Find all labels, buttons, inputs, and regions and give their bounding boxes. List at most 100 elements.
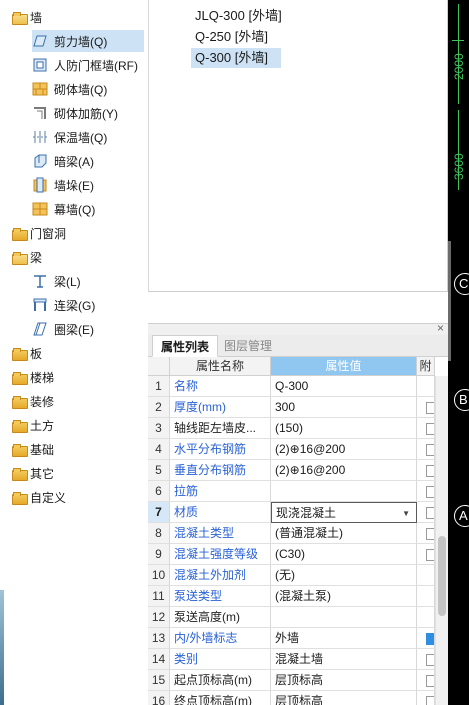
attach-checkbox[interactable] [426,402,434,414]
property-value-text: (C30) [275,547,306,561]
property-value[interactable] [271,607,417,628]
tree-group[interactable]: 其它 [12,462,54,484]
tree-group-label: 基础 [30,442,55,457]
attach-cell [417,460,435,481]
property-row[interactable]: 14 类别 混凝土墙 [148,649,435,670]
tree-item[interactable]: 圈梁(E) [32,318,94,340]
property-row[interactable]: 1 名称 Q-300 [148,376,435,397]
tree-item[interactable]: 暗梁(A) [32,150,94,172]
property-name: 材质 [170,502,271,523]
property-value[interactable]: 300 [271,397,417,418]
property-row[interactable]: 13 内/外墙标志 外墙 [148,628,435,649]
tree-item-label: 圈梁(E) [54,322,94,337]
property-value[interactable] [271,481,417,502]
attach-cell [417,439,435,460]
chevron-down-icon[interactable]: ▼ [402,503,410,522]
component-list-item[interactable]: Q-300 [外墙] [191,48,281,68]
attach-checkbox[interactable] [426,696,434,705]
property-row[interactable]: 11 泵送类型 (混凝土泵) [148,586,435,607]
tree-group[interactable]: 墙 [12,6,42,28]
masonry-reinforcement-icon [32,105,48,121]
attach-checkbox[interactable] [426,549,434,561]
property-value[interactable]: (混凝土泵) [271,586,417,607]
property-row[interactable]: 5 垂直分布钢筋 (2)⊕16@200 [148,460,435,481]
property-row[interactable]: 9 混凝土强度等级 (C30) [148,544,435,565]
property-row[interactable]: 10 混凝土外加剂 (无) [148,565,435,586]
property-row[interactable]: 2 厚度(mm) 300 [148,397,435,418]
tree-item[interactable]: 剪力墙(Q) [32,30,144,52]
property-name: 终点顶标高(m) [170,691,271,705]
axis-label-a[interactable]: A [454,505,469,527]
tree-item[interactable]: 连梁(G) [32,294,95,316]
property-value[interactable]: Q-300 [271,376,417,397]
property-name: 轴线距左墙皮... [170,418,271,439]
tree-item[interactable]: 幕墙(Q) [32,198,95,220]
property-grid-scrollbar[interactable] [435,376,448,705]
tree-group[interactable]: 土方 [12,414,54,436]
attach-checkbox[interactable] [426,654,434,666]
tree-item[interactable]: 墙垛(E) [32,174,94,196]
attach-checkbox[interactable] [426,528,434,540]
property-value[interactable]: (150) [271,418,417,439]
property-row[interactable]: 6 拉筋 [148,481,435,502]
property-value[interactable]: (C30) [271,544,417,565]
attach-checkbox[interactable] [426,507,434,519]
tree-group[interactable]: 楼梯 [12,366,54,388]
property-name: 水平分布钢筋 [170,439,271,460]
header-property-value[interactable]: 属性值 [271,357,417,376]
axis-label-b[interactable]: B [454,389,469,411]
tree-item[interactable]: 砌体加筋(Y) [32,102,118,124]
property-value[interactable]: 外墙 [271,628,417,649]
component-list-item[interactable]: Q-250 [外墙] [191,27,272,47]
property-row[interactable]: 7 材质 现浇混凝土 ▼ [148,502,435,523]
attach-checkbox[interactable] [426,486,434,498]
property-value[interactable]: (普通混凝土) [271,523,417,544]
civil-defense-door-frame-wall-icon [32,57,48,73]
tree-group[interactable]: 自定义 [12,486,66,508]
attach-checkbox[interactable] [426,675,434,687]
attach-checkbox[interactable] [426,444,434,456]
tree-group[interactable]: 门窗洞 [12,222,66,244]
property-row[interactable]: 12 泵送高度(m) [148,607,435,628]
tree-item[interactable]: 保温墙(Q) [32,126,107,148]
tree-group[interactable]: 板 [12,342,42,364]
tree-group[interactable]: 装修 [12,390,54,412]
drawing-canvas[interactable]: 2000 3600 C B A [448,0,469,705]
tab-layer-management[interactable]: 图层管理 [216,335,280,357]
property-row[interactable]: 15 起点顶标高(m) 层顶标高 [148,670,435,691]
row-number: 10 [148,565,170,586]
property-value-text: 现浇混凝土 [276,506,337,520]
property-value[interactable]: 混凝土墙 [271,649,417,670]
property-value[interactable]: (无) [271,565,417,586]
folder-icon [12,467,28,481]
property-row[interactable]: 3 轴线距左墙皮... (150) [148,418,435,439]
property-row[interactable]: 8 混凝土类型 (普通混凝土) [148,523,435,544]
tab-property-list[interactable]: 属性列表 [152,335,219,357]
property-name: 泵送高度(m) [170,607,271,628]
property-value[interactable]: 层顶标高 [271,670,417,691]
tree-item[interactable]: 人防门框墙(RF) [32,54,138,76]
scrollbar-thumb[interactable] [438,536,446,616]
component-list-item[interactable]: JLQ-300 [外墙] [191,6,286,26]
folder-icon [12,491,28,505]
close-icon[interactable]: × [437,321,444,335]
attach-cell [417,628,435,649]
property-name: 混凝土强度等级 [170,544,271,565]
tree-group[interactable]: 梁 [12,246,42,268]
tree-group[interactable]: 基础 [12,438,54,460]
property-value[interactable]: (2)⊕16@200 [271,460,417,481]
tree-group-label: 板 [30,346,43,361]
attach-checkbox[interactable] [426,633,434,645]
property-row[interactable]: 16 终点顶标高(m) 层顶标高 [148,691,435,705]
property-value[interactable]: 层顶标高 [271,691,417,705]
property-row[interactable]: 4 水平分布钢筋 (2)⊕16@200 [148,439,435,460]
tree-item[interactable]: 梁(L) [32,270,81,292]
axis-label-c[interactable]: C [454,273,469,295]
property-value[interactable]: (2)⊕16@200 [271,439,417,460]
property-value-select[interactable]: 现浇混凝土 ▼ [271,502,417,523]
attach-checkbox[interactable] [426,465,434,477]
curtain-wall-icon [32,201,48,217]
attach-checkbox[interactable] [426,423,434,435]
tree-item-label: 砌体加筋(Y) [54,106,118,121]
tree-item[interactable]: 砌体墙(Q) [32,78,107,100]
